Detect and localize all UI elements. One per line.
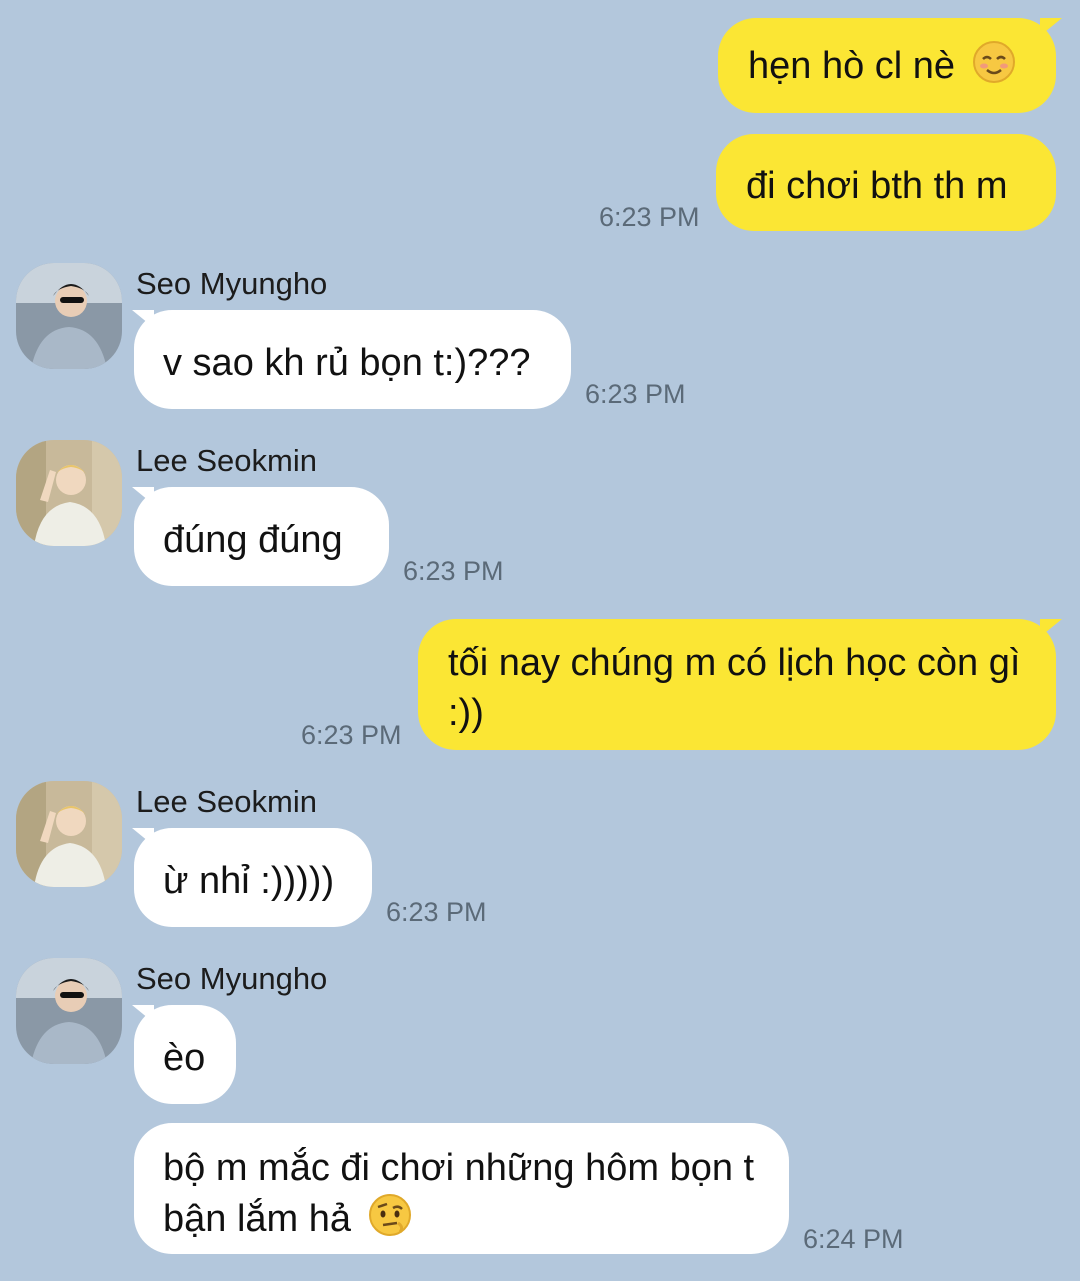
person-avatar-icon: [16, 440, 122, 546]
person-avatar-icon: [16, 263, 122, 369]
raised-eyebrow-emoji-icon: [368, 1194, 411, 1236]
avatar-lee-seokmin[interactable]: [16, 781, 122, 887]
avatar-seo-myungho[interactable]: [16, 958, 122, 1064]
message-bubble-received[interactable]: đúng đúng: [134, 487, 389, 586]
bubble-tail: [132, 828, 154, 846]
message-text: èo: [163, 1037, 206, 1079]
message-bubble-received[interactable]: ừ nhỉ :))))): [134, 828, 372, 927]
person-avatar-icon: [16, 781, 122, 887]
message-text: ừ nhỉ :))))): [163, 860, 335, 902]
avatar-seo-myungho[interactable]: [16, 263, 122, 369]
sender-name: Lee Seokmin: [136, 443, 317, 478]
message-text: tối nay chúng m có lịch học còn gì :)): [448, 642, 1021, 734]
sender-name: Seo Myungho: [136, 961, 328, 996]
message-bubble-received[interactable]: v sao kh rủ bọn t:)???: [134, 310, 571, 409]
sender-name: Seo Myungho: [136, 266, 328, 301]
message-timestamp: 6:23 PM: [386, 897, 487, 927]
bubble-tail: [132, 487, 154, 505]
message-timestamp: 6:23 PM: [301, 720, 402, 750]
smiling-blush-emoji-icon: [972, 41, 1015, 83]
avatar-lee-seokmin[interactable]: [16, 440, 122, 546]
sender-name: Lee Seokmin: [136, 784, 317, 819]
message-timestamp: 6:23 PM: [599, 202, 700, 232]
message-bubble-sent[interactable]: tối nay chúng m có lịch học còn gì :)): [418, 619, 1056, 750]
bubble-tail: [1040, 18, 1062, 36]
message-text: v sao kh rủ bọn t:)???: [163, 342, 531, 384]
message-text: bộ m mắc đi chơi những hôm bọn t bận lắm…: [163, 1147, 755, 1240]
message-text: hẹn hò cl nè: [748, 45, 956, 87]
bubble-tail: [1040, 619, 1062, 637]
message-bubble-sent[interactable]: hẹn hò cl nè: [718, 18, 1056, 113]
message-text: đi chơi bth th m: [746, 165, 1008, 207]
message-text: đúng đúng: [163, 519, 343, 561]
message-timestamp: 6:23 PM: [403, 556, 504, 586]
message-bubble-sent[interactable]: đi chơi bth th m: [716, 134, 1056, 231]
message-timestamp: 6:24 PM: [803, 1224, 904, 1254]
bubble-tail: [132, 310, 154, 328]
message-bubble-received[interactable]: bộ m mắc đi chơi những hôm bọn t bận lắm…: [134, 1123, 789, 1254]
message-timestamp: 6:23 PM: [585, 379, 686, 409]
person-avatar-icon: [16, 958, 122, 1064]
bubble-tail: [132, 1005, 154, 1023]
